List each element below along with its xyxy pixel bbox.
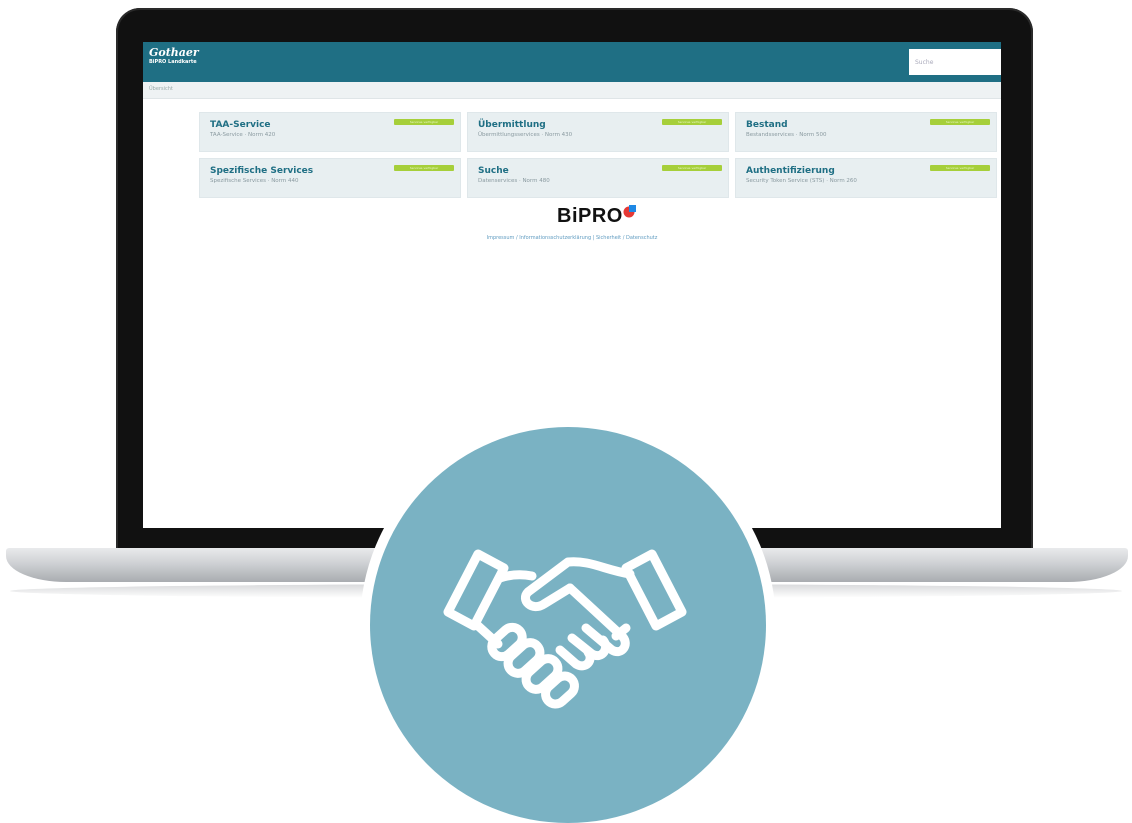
search-input[interactable] — [909, 49, 1001, 75]
service-card[interactable]: Übermittlung Übermittlungsservices · Nor… — [467, 112, 729, 152]
handshake-icon — [443, 549, 687, 709]
service-card[interactable]: Spezifische Services Spezifische Service… — [199, 158, 461, 198]
bipro-logo: BiPRO — [557, 205, 623, 227]
breadcrumb[interactable]: Übersicht — [149, 86, 173, 92]
gothaer-logo[interactable]: Gothaer BiPRO Landkarte — [149, 47, 199, 66]
breadcrumb-bar: Übersicht — [143, 82, 1001, 99]
status-badge: Services verfügbar — [662, 119, 722, 125]
card-subtitle: Bestandsservices · Norm 500 — [746, 132, 827, 138]
logo-subtitle: BiPRO Landkarte — [149, 59, 197, 65]
service-card[interactable]: Bestand Bestandsservices · Norm 500 Serv… — [735, 112, 997, 152]
status-badge: Services verfügbar — [930, 165, 990, 171]
card-subtitle: Datenservices · Norm 480 — [478, 178, 550, 184]
status-badge: Services verfügbar — [394, 165, 454, 171]
service-cards: TAA-Service TAA-Service · Norm 420 Servi… — [199, 112, 997, 198]
footer-links[interactable]: Impressum / Informationsschutzerklärung … — [143, 235, 1001, 241]
card-subtitle: Security Token Service (STS) · Norm 260 — [746, 178, 857, 184]
card-subtitle: Übermittlungsservices · Norm 430 — [478, 132, 573, 138]
service-card[interactable]: TAA-Service TAA-Service · Norm 420 Servi… — [199, 112, 461, 152]
status-badge: Services verfügbar — [662, 165, 722, 171]
status-badge: Services verfügbar — [394, 119, 454, 125]
service-card[interactable]: Suche Datenservices · Norm 480 Services … — [467, 158, 729, 198]
card-subtitle: TAA-Service · Norm 420 — [210, 132, 276, 138]
service-card[interactable]: Authentifizierung Security Token Service… — [735, 158, 997, 198]
status-badge: Services verfügbar — [930, 119, 990, 125]
bipro-logo-mark-icon — [623, 205, 636, 218]
app-header: Gothaer BiPRO Landkarte — [143, 42, 1001, 82]
logo-title: Gothaer — [149, 46, 199, 59]
card-subtitle: Spezifische Services · Norm 440 — [210, 178, 299, 184]
